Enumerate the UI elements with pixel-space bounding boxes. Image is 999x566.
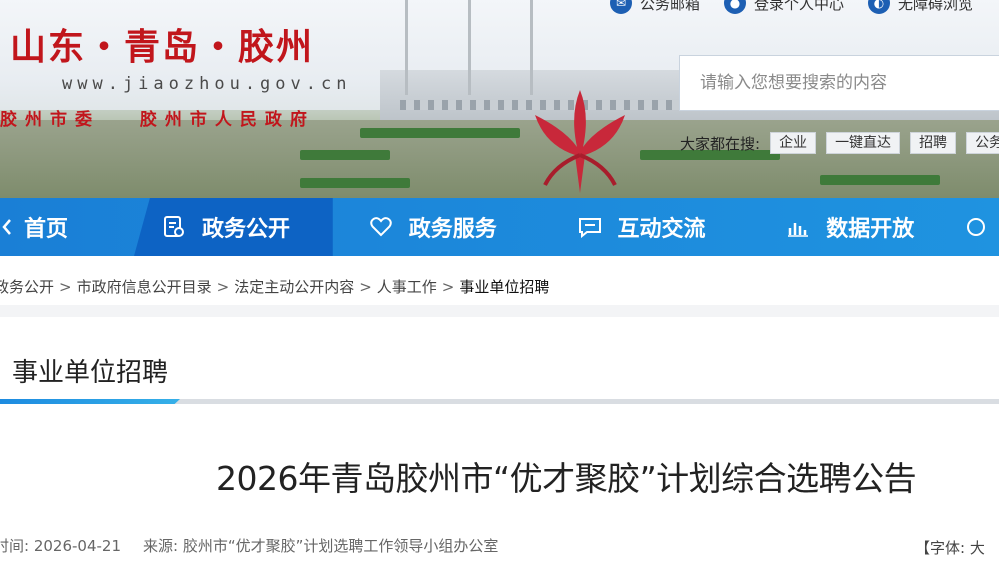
breadcrumb-separator: > — [216, 278, 230, 296]
search-box — [679, 55, 999, 111]
nav-item-label: 政务公开 — [202, 217, 291, 242]
breadcrumb-separator: > — [59, 278, 72, 296]
meta-time-value: 2026-04-21 — [33, 537, 122, 555]
banner-hedge — [300, 178, 410, 188]
banner-hedge — [300, 150, 390, 160]
nav-item-label: 首页 — [24, 217, 69, 242]
site-logo-title[interactable]: 山东・青岛・胶州 — [10, 18, 314, 70]
font-size-label: 【字体: — [915, 539, 966, 557]
content-divider — [0, 305, 999, 317]
breadcrumb: 政务公开 > 市政府信息公开目录 > 法定主动公开内容 > 人事工作 > 事业单位招聘 — [0, 276, 549, 297]
chat-icon — [578, 215, 602, 239]
logo-sub-government: 胶州市人民政府 — [139, 110, 315, 130]
section-underline-accent — [0, 399, 180, 404]
meta-source-value: 胶州市“优才聚胶”计划选聘工作领导小组办公室 — [182, 537, 499, 555]
accessibility-icon: ◐ — [868, 0, 891, 14]
hot-searches-label: 大家都在搜: — [680, 134, 761, 153]
main-nav: 首页 政务公开 政务服务 互动交流 数据开放 — [0, 198, 999, 256]
top-link-mail[interactable]: ✉ 公务邮箱 — [610, 0, 700, 14]
banner-pole — [530, 0, 533, 95]
hot-tag[interactable]: 一键直达 — [826, 132, 901, 154]
nav-item-gov-services[interactable]: 政务服务 — [333, 198, 542, 256]
heart-icon — [369, 215, 393, 239]
hot-tag[interactable]: 公务 — [966, 132, 999, 154]
search-input[interactable] — [680, 56, 999, 110]
top-link-label: 公务邮箱 — [640, 0, 701, 13]
banner-hedge — [360, 128, 520, 138]
site-logo-url: www.jiaozhou.gov.cn — [62, 74, 352, 94]
breadcrumb-separator: > — [441, 278, 455, 296]
nav-item-label: 数据开放 — [826, 217, 915, 242]
breadcrumb-item[interactable]: 政务公开 — [0, 278, 54, 296]
banner-pole — [468, 0, 471, 95]
banner-hedge — [820, 175, 940, 185]
top-links: ✉ 公务邮箱 ● 登录个人中心 ◐ 无障碍浏览 — [610, 0, 973, 14]
font-size-switch: 【字体: 大 — [915, 537, 985, 558]
user-icon: ● — [724, 0, 747, 14]
breadcrumb-item[interactable]: 法定主动公开内容 — [234, 278, 354, 296]
article-title: 2026年青岛胶州市“优才聚胶”计划综合选聘公告 — [216, 459, 917, 498]
header-banner: 山东・青岛・胶州 www.jiaozhou.gov.cn 胶州市委 胶州市人民政… — [0, 0, 999, 198]
nav-item-label: 政务服务 — [408, 217, 497, 242]
breadcrumb-current[interactable]: 事业单位招聘 — [459, 278, 549, 296]
more-icon — [963, 215, 985, 239]
nav-item-home[interactable]: 首页 — [0, 198, 134, 256]
font-size-large[interactable]: 大 — [970, 539, 985, 557]
mail-icon: ✉ — [610, 0, 632, 14]
top-link-accessibility[interactable]: ◐ 无障碍浏览 — [868, 0, 973, 14]
top-link-login[interactable]: ● 登录个人中心 — [724, 0, 844, 14]
nav-item-label: 互动交流 — [617, 217, 706, 242]
logo-sub-party: 胶州市委 — [0, 110, 100, 130]
breadcrumb-item[interactable]: 市政府信息公开目录 — [77, 278, 212, 296]
breadcrumb-item[interactable]: 人事工作 — [377, 278, 437, 296]
home-icon — [0, 215, 14, 239]
nav-item-more[interactable] — [959, 198, 999, 256]
hot-searches: 大家都在搜: 企业 一键直达 招聘 公务 — [680, 132, 999, 154]
meta-source-label: 来源: — [143, 537, 179, 555]
hot-tag[interactable]: 企业 — [770, 132, 817, 154]
document-icon — [162, 215, 186, 239]
banner-pole — [405, 0, 408, 95]
bar-chart-icon — [786, 215, 810, 239]
red-sculpture-icon — [535, 90, 625, 193]
article-meta: 时间: 2026-04-21 来源: 胶州市“优才聚胶”计划选聘工作领导小组办公室 — [0, 535, 498, 556]
nav-item-open-data[interactable]: 数据开放 — [750, 198, 959, 256]
nav-item-interaction[interactable]: 互动交流 — [542, 198, 751, 256]
breadcrumb-separator: > — [359, 278, 372, 296]
meta-time-label: 时间: — [0, 537, 30, 555]
site-logo-subtitle: 胶州市委 胶州市人民政府 — [0, 105, 341, 130]
nav-item-gov-affairs[interactable]: 政务公开 — [134, 198, 333, 256]
section-title: 事业单位招聘 — [12, 358, 169, 388]
top-link-label: 登录个人中心 — [754, 0, 845, 13]
top-link-label: 无障碍浏览 — [898, 0, 974, 13]
hot-tag[interactable]: 招聘 — [910, 132, 957, 154]
